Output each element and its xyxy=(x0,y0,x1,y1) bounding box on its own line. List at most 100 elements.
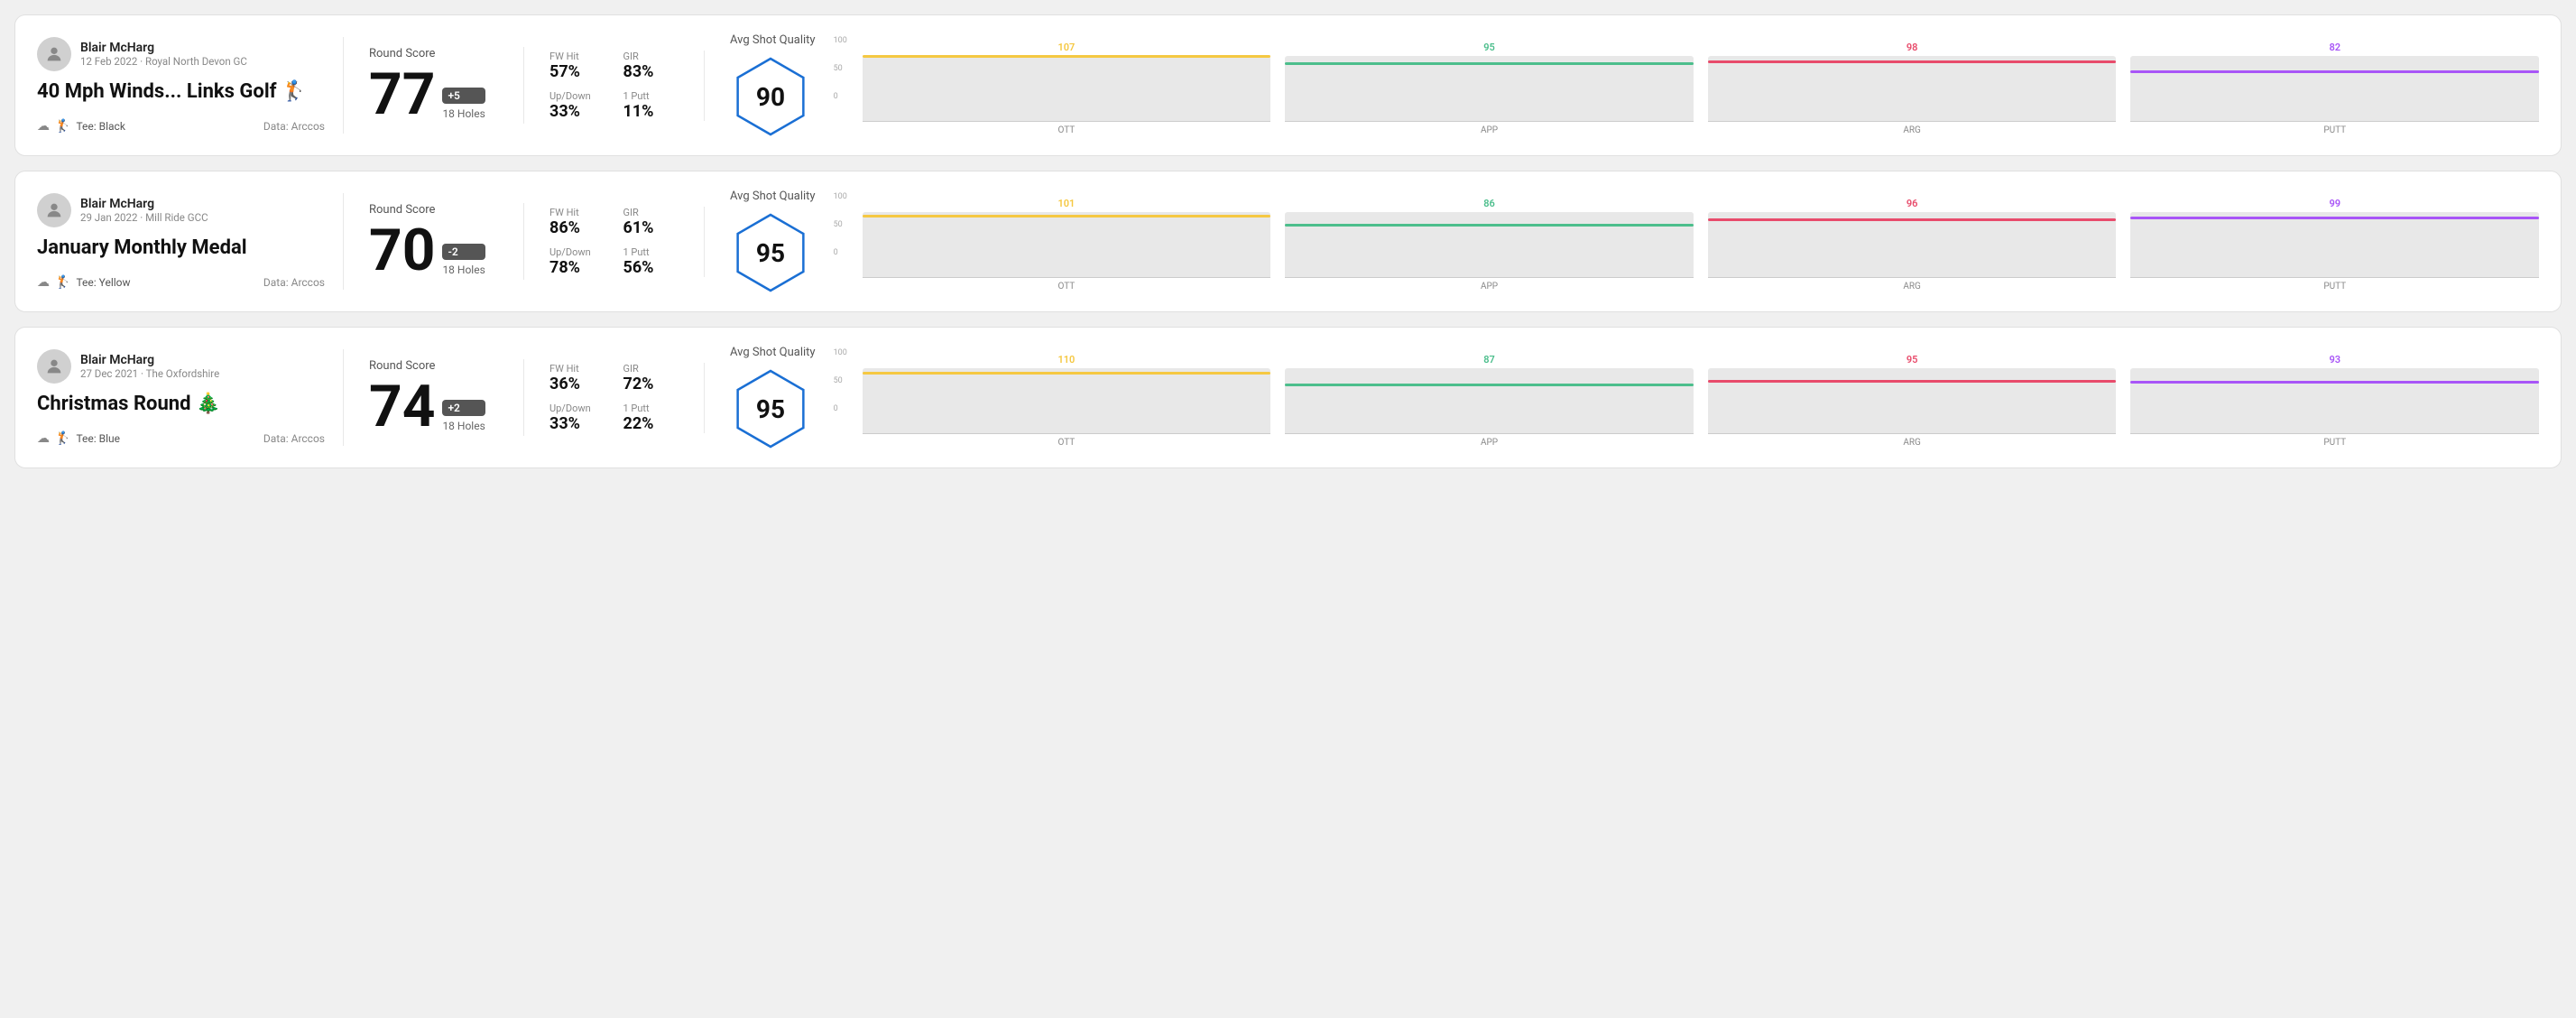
bar-x-label: APP xyxy=(1481,438,1498,448)
chart-area: 110 OTT 87 APP 95 xyxy=(863,348,2539,448)
stats-grid: FW Hit 36% GIR 72% Up/Down 33% 1 Putt 22… xyxy=(549,363,679,433)
stats-grid: FW Hit 57% GIR 83% Up/Down 33% 1 Putt 11… xyxy=(549,51,679,121)
score-modifier: +5 xyxy=(442,88,485,104)
round-card: Blair McHarg 29 Jan 2022 · Mill Ride GCC… xyxy=(14,171,2562,312)
score-row: 77 +5 18 Holes xyxy=(369,66,498,124)
fw-hit-stat: FW Hit 86% xyxy=(549,207,605,237)
bar-x-label: ARG xyxy=(1903,125,1921,135)
avatar xyxy=(37,349,71,384)
card-left-section: Blair McHarg 29 Jan 2022 · Mill Ride GCC… xyxy=(37,193,344,289)
bar-line xyxy=(863,372,1271,375)
y-label-0: 0 xyxy=(834,92,847,101)
tee-label: Tee: Blue xyxy=(76,432,120,445)
chart-wrapper: 100 50 0 110 OTT 87 xyxy=(834,348,2539,448)
quality-score: 95 xyxy=(756,394,785,424)
tee-info: ☁ 🏌 Tee: Black xyxy=(37,119,125,134)
bar-wrapper-putt xyxy=(2130,368,2539,433)
bar-line xyxy=(1285,384,1694,386)
bar-axis xyxy=(1708,277,2117,278)
quality-score: 90 xyxy=(756,82,785,112)
chart-col-ott: 107 OTT xyxy=(863,42,1271,135)
tee-label: Tee: Yellow xyxy=(76,276,130,289)
bar-value-arg: 98 xyxy=(1907,42,1918,53)
quality-section: Avg Shot Quality 95 100 50 0 101 xyxy=(705,190,2539,293)
user-name: Blair McHarg xyxy=(80,353,219,367)
gir-label: GIR xyxy=(623,51,679,62)
data-source: Data: Arccos xyxy=(263,120,325,133)
score-section: Round Score 74 +2 18 Holes xyxy=(344,359,524,436)
bar-line xyxy=(2130,217,2539,219)
round-title: 40 Mph Winds... Links Golf 🏌️ xyxy=(37,80,325,104)
chart-col-arg: 98 ARG xyxy=(1708,42,2117,135)
bar-wrapper-ott xyxy=(863,212,1271,277)
bar-value-putt: 99 xyxy=(2329,198,2341,209)
y-label-50: 50 xyxy=(834,376,847,385)
gir-label: GIR xyxy=(623,363,679,375)
bar-value-putt: 93 xyxy=(2329,354,2341,366)
user-row: Blair McHarg 12 Feb 2022 · Royal North D… xyxy=(37,37,325,71)
bar-chart: 100 50 0 110 OTT 87 xyxy=(834,348,2539,448)
card-footer: ☁ 🏌 Tee: Blue Data: Arccos xyxy=(37,431,325,446)
oneputt-label: 1 Putt xyxy=(623,90,679,102)
oneputt-value: 22% xyxy=(623,414,679,433)
bar-fill-bg xyxy=(2130,72,2539,121)
stats-section: FW Hit 86% GIR 61% Up/Down 78% 1 Putt 56… xyxy=(524,207,705,277)
card-left-section: Blair McHarg 12 Feb 2022 · Royal North D… xyxy=(37,37,344,133)
bar-value-ott: 107 xyxy=(1057,42,1075,53)
bar-axis xyxy=(2130,277,2539,278)
bar-axis xyxy=(863,121,1271,122)
score-section: Round Score 70 -2 18 Holes xyxy=(344,203,524,280)
bar-x-label: ARG xyxy=(1903,282,1921,292)
quality-section: Avg Shot Quality 90 100 50 0 107 xyxy=(705,33,2539,137)
fw-hit-value: 86% xyxy=(549,218,605,237)
stats-section: FW Hit 57% GIR 83% Up/Down 33% 1 Putt 11… xyxy=(524,51,705,121)
chart-col-putt: 93 PUTT xyxy=(2130,354,2539,448)
chart-col-putt: 99 PUTT xyxy=(2130,198,2539,292)
bar-value-ott: 110 xyxy=(1057,354,1075,366)
bar-chart: 100 50 0 101 OTT 86 xyxy=(834,192,2539,292)
score-badge-col: -2 18 Holes xyxy=(442,244,485,276)
bar-x-label: OTT xyxy=(1058,125,1076,135)
user-name: Blair McHarg xyxy=(80,197,208,211)
bar-wrapper-arg xyxy=(1708,368,2117,433)
score-number: 70 xyxy=(369,222,435,280)
score-section: Round Score 77 +5 18 Holes xyxy=(344,47,524,124)
gir-label: GIR xyxy=(623,207,679,218)
oneputt-stat: 1 Putt 11% xyxy=(623,90,679,121)
bar-x-label: OTT xyxy=(1058,438,1076,448)
round-title: Christmas Round 🎄 xyxy=(37,393,325,416)
y-label-100: 100 xyxy=(834,192,847,201)
bag-icon: 🏌 xyxy=(55,431,70,446)
score-number: 77 xyxy=(369,66,435,124)
updown-value: 78% xyxy=(549,258,605,277)
bar-wrapper-putt xyxy=(2130,56,2539,121)
round-card: Blair McHarg 27 Dec 2021 · The Oxfordshi… xyxy=(14,327,2562,468)
fw-hit-stat: FW Hit 36% xyxy=(549,363,605,393)
updown-stat: Up/Down 33% xyxy=(549,90,605,121)
bar-x-label: PUTT xyxy=(2323,438,2346,448)
data-source: Data: Arccos xyxy=(263,276,325,289)
bar-value-putt: 82 xyxy=(2329,42,2341,53)
bar-axis xyxy=(1285,277,1694,278)
bar-line xyxy=(1285,224,1694,227)
tee-label: Tee: Black xyxy=(76,120,125,133)
bar-axis xyxy=(1708,433,2117,434)
hexagon: 95 xyxy=(730,368,811,449)
tee-info: ☁ 🏌 Tee: Yellow xyxy=(37,275,131,290)
bar-line xyxy=(2130,70,2539,73)
bar-x-label: OTT xyxy=(1058,282,1076,292)
bar-line xyxy=(1708,60,2117,63)
gir-stat: GIR 72% xyxy=(623,363,679,393)
chart-col-app: 87 APP xyxy=(1285,354,1694,448)
bar-wrapper-arg xyxy=(1708,56,2117,121)
hexagon: 95 xyxy=(730,212,811,293)
person-icon xyxy=(44,44,64,64)
score-row: 70 -2 18 Holes xyxy=(369,222,498,280)
user-info: Blair McHarg 27 Dec 2021 · The Oxfordshi… xyxy=(80,353,219,380)
fw-hit-value: 36% xyxy=(549,375,605,393)
bar-wrapper-app xyxy=(1285,56,1694,121)
data-source: Data: Arccos xyxy=(263,432,325,445)
score-badge-col: +5 18 Holes xyxy=(442,88,485,120)
bar-value-app: 95 xyxy=(1483,42,1495,53)
bar-line xyxy=(1708,380,2117,383)
